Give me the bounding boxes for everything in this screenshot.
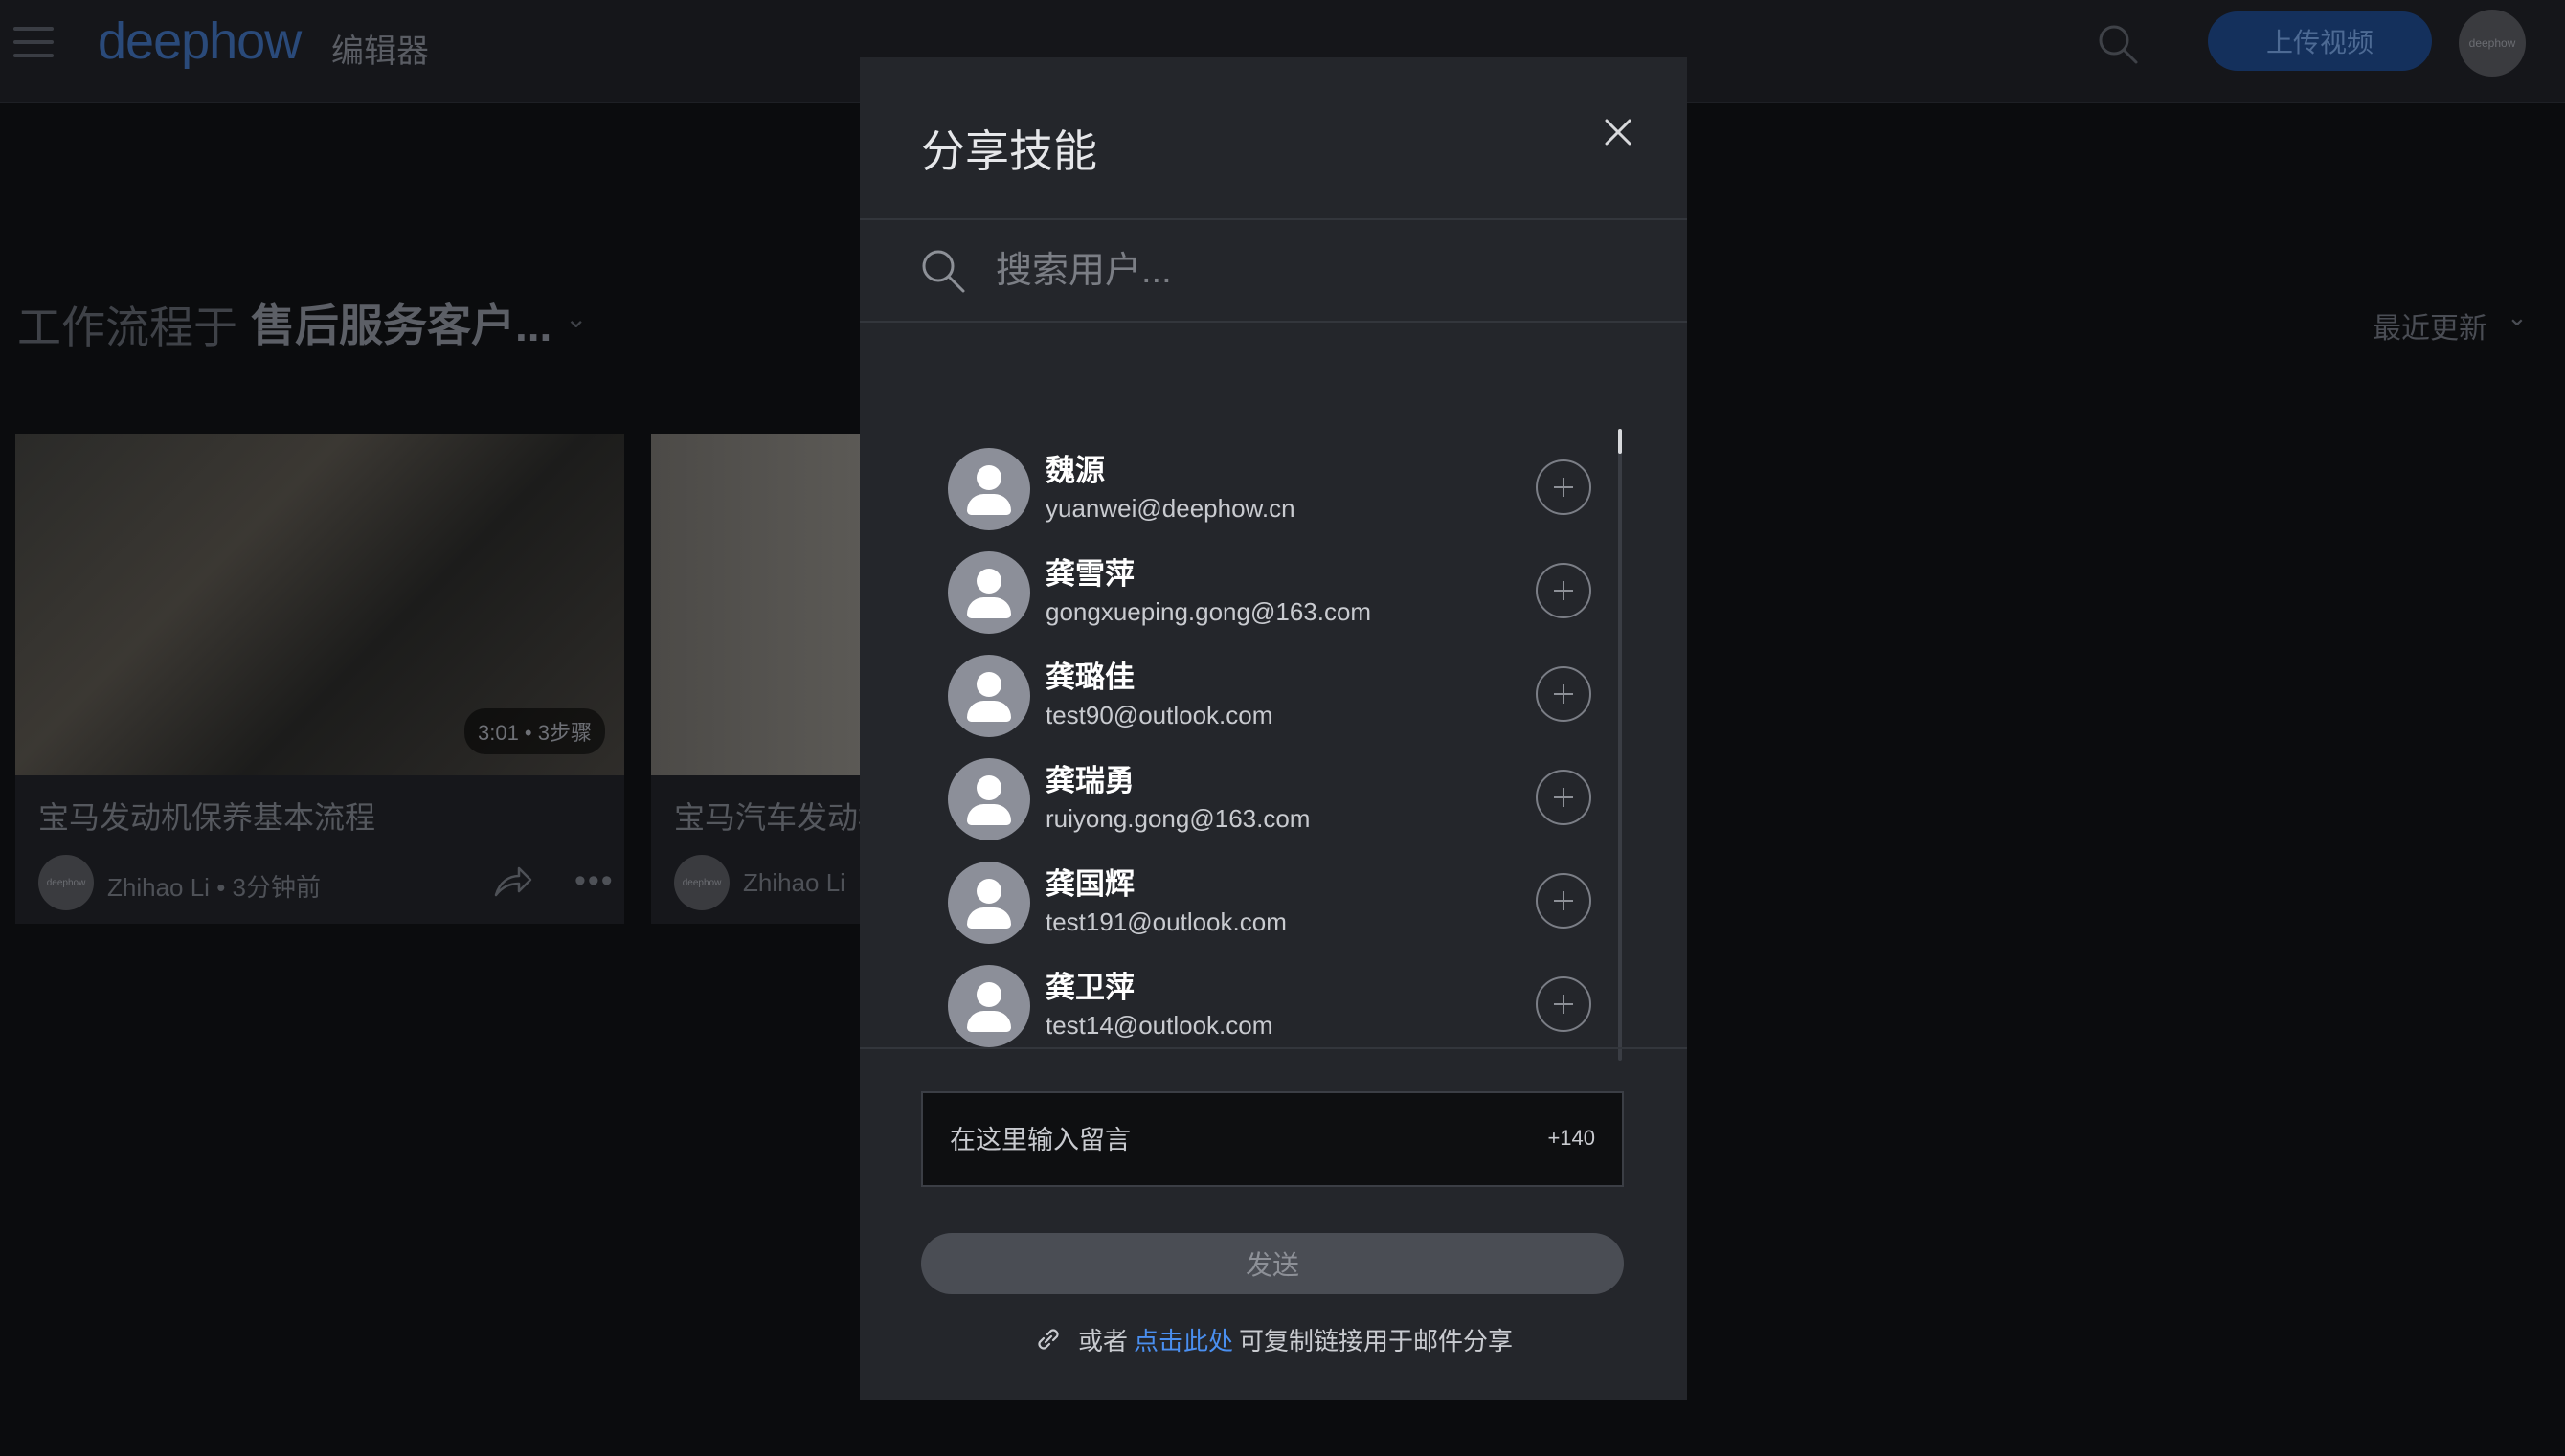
upload-video-button[interactable]: 上传视频 [2208,11,2432,71]
plus-icon [1554,995,1573,1014]
user-name: 魏源 [1046,454,1105,487]
card-title[interactable]: 宝马发动机保养基本流程 [38,794,375,838]
avatar: deephow [38,855,94,910]
share-dialog: 分享技能 魏源 yuanwei@deephow.cn 龚雪萍 gongxuepi… [860,57,1687,1400]
char-counter: +140 [1547,1126,1595,1150]
user-name: 龚卫萍 [1046,971,1135,1004]
plus-icon [1554,478,1573,497]
user-name: 龚国辉 [1046,867,1135,901]
duration-badge: 3:01 • 3步骤 [463,708,605,754]
user-search [860,220,1687,322]
chevron-down-icon[interactable]: ⌄ [565,302,587,334]
workflow-card[interactable]: 3:01 • 3步骤 宝马发动机保养基本流程 deephow Zhihao Li… [15,434,624,924]
plus-icon [1554,788,1573,807]
editor-label: 编辑器 [331,34,429,70]
send-button[interactable]: 发送 [921,1233,1624,1294]
card-meta: Zhihao Li • 3分钟前 [107,873,321,902]
copy-suffix: 可复制链接用于邮件分享 [1239,1326,1514,1355]
copy-link[interactable]: 点击此处 [1134,1322,1233,1357]
user-avatar-icon [948,551,1030,634]
dialog-title: 分享技能 [921,126,1097,176]
add-user-button[interactable] [1536,770,1591,825]
plus-icon [1554,891,1573,910]
share-icon[interactable] [492,862,532,901]
user-name: 龚瑞勇 [1046,764,1135,797]
close-button[interactable] [1591,105,1645,159]
search-input[interactable] [996,241,1628,301]
user-name: 龚璐佳 [1046,661,1135,694]
divider [860,1047,1687,1049]
user-list: 魏源 yuanwei@deephow.cn 龚雪萍 gongxueping.go… [860,362,1687,1061]
search-icon [922,250,965,293]
add-user-button[interactable] [1536,459,1591,515]
user-email: test191@outlook.com [1046,907,1287,936]
copy-link-row: 或者 点击此处 可复制链接用于邮件分享 [860,1319,1687,1359]
scrollbar-thumb[interactable] [1618,429,1622,454]
user-avatar-icon [948,862,1030,944]
plus-icon [1554,684,1573,704]
video-thumbnail[interactable]: 3:01 • 3步骤 [15,434,624,775]
add-user-button[interactable] [1536,666,1591,722]
user-avatar-icon [948,758,1030,840]
list-item: 魏源 yuanwei@deephow.cn [948,444,1618,548]
user-email: gongxueping.gong@163.com [1046,597,1372,626]
workflow-selector[interactable]: 售后服务客户... [251,291,551,354]
user-email: ruiyong.gong@163.com [1046,804,1311,833]
user-email: test14@outlook.com [1046,1011,1273,1040]
avatar: deephow [674,855,730,910]
copy-prefix: 或者 [1077,1326,1128,1355]
message-input[interactable] [950,1114,1505,1166]
search-icon[interactable] [2097,23,2139,65]
list-item: 龚璐佳 test90@outlook.com [948,651,1618,754]
user-avatar-icon [948,448,1030,530]
user-avatar-icon [948,965,1030,1047]
avatar[interactable]: deephow [2459,10,2526,77]
list-item: 龚雪萍 gongxueping.gong@163.com [948,548,1618,651]
user-email: test90@outlook.com [1046,701,1273,729]
divider [860,321,1687,323]
menu-icon[interactable] [13,27,54,57]
message-field[interactable]: +140 [921,1091,1624,1187]
link-icon [1038,1329,1059,1350]
close-icon[interactable] [1604,118,1632,146]
add-user-button[interactable] [1536,976,1591,1032]
plus-icon [1554,581,1573,600]
workflow-label: 工作流程于 [17,302,237,352]
user-avatar-icon [948,655,1030,737]
list-item: 龚瑞勇 ruiyong.gong@163.com [948,754,1618,858]
more-options-icon[interactable]: ••• [574,862,615,900]
list-item: 龚国辉 test191@outlook.com [948,858,1618,961]
sort-selector[interactable]: 最近更新 [2373,304,2487,347]
user-email: yuanwei@deephow.cn [1046,494,1295,523]
scrollbar-track[interactable] [1618,429,1622,1061]
card-meta: Zhihao Li [743,868,845,897]
chevron-down-icon[interactable]: ⌄ [2507,302,2528,332]
add-user-button[interactable] [1536,563,1591,618]
logo: deephow [98,12,302,70]
add-user-button[interactable] [1536,873,1591,929]
user-name: 龚雪萍 [1046,557,1135,591]
card-title[interactable]: 宝马汽车发动机 [674,794,889,838]
